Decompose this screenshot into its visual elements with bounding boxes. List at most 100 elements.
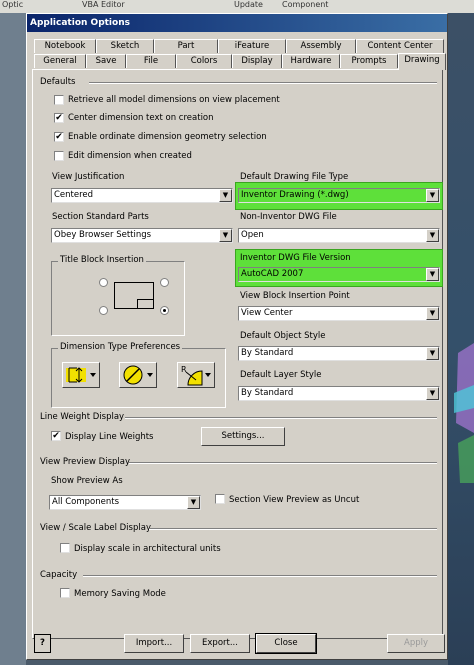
dwg-version-select[interactable]: AutoCAD 2007 ▼ xyxy=(238,267,440,282)
chevron-down-icon[interactable]: ▼ xyxy=(426,229,439,242)
tab-prompts[interactable]: Prompts xyxy=(340,54,398,68)
non-inventor-dwg-label: Non-Inventor DWG File xyxy=(240,212,337,222)
view-justification-value: Centered xyxy=(54,190,94,200)
section-uncut-checkbox[interactable] xyxy=(215,494,225,504)
background-left-pane xyxy=(0,13,26,665)
memory-saving-checkbox[interactable] xyxy=(60,588,70,598)
view-justification-label: View Justification xyxy=(52,172,125,182)
tab-save[interactable]: Save xyxy=(86,54,126,68)
capacity-heading: Capacity xyxy=(40,570,78,580)
export-button[interactable]: Export... xyxy=(190,634,250,653)
tab-colors[interactable]: Colors xyxy=(176,54,232,68)
close-button[interactable]: Close xyxy=(255,633,317,654)
scale-label-heading: View / Scale Label Display xyxy=(40,523,151,533)
default-layer-style-select[interactable]: By Standard ▼ xyxy=(238,386,440,401)
memory-saving-label: Memory Saving Mode xyxy=(74,589,166,599)
view-justification-select[interactable]: Centered ▼ xyxy=(51,188,233,203)
view-block-insertion-select[interactable]: View Center ▼ xyxy=(238,306,440,321)
line-weight-heading: Line Weight Display xyxy=(40,412,125,422)
title-block-bottom-left-radio[interactable] xyxy=(99,306,108,315)
background-toolbar-item[interactable]: Component xyxy=(282,0,328,9)
retrieve-dims-label: Retrieve all model dimensions on view pl… xyxy=(68,95,280,105)
tab-general[interactable]: General xyxy=(34,54,86,68)
tab-content-center[interactable]: Content Center xyxy=(356,39,444,53)
ordinate-geometry-checkbox[interactable]: ✔ xyxy=(54,132,64,142)
settings-button[interactable]: Settings... xyxy=(201,427,285,446)
background-toolbar-item[interactable]: VBA Editor xyxy=(82,0,125,9)
tab-sketch[interactable]: Sketch xyxy=(96,39,154,53)
non-inventor-dwg-select[interactable]: Open ▼ xyxy=(238,228,440,243)
default-object-style-value: By Standard xyxy=(241,348,294,358)
edit-dim-label: Edit dimension when created xyxy=(68,151,192,161)
chevron-down-icon[interactable]: ▼ xyxy=(426,189,439,202)
default-object-style-label: Default Object Style xyxy=(240,331,326,341)
linear-dimension-icon xyxy=(66,367,96,383)
title-block-preview-icon xyxy=(114,282,154,309)
radius-dimension-button[interactable]: R xyxy=(177,362,215,388)
view-block-insertion-label: View Block Insertion Point xyxy=(240,291,350,301)
chevron-down-icon[interactable]: ▼ xyxy=(426,387,439,400)
chevron-down-icon[interactable]: ▼ xyxy=(426,347,439,360)
ordinate-geometry-label: Enable ordinate dimension geometry selec… xyxy=(68,132,267,142)
defaults-heading: Defaults xyxy=(40,77,76,87)
background-toolbar: Optic VBA Editor Update Component xyxy=(0,0,474,13)
import-button[interactable]: Import... xyxy=(124,634,184,653)
background-left-label: Optic xyxy=(2,0,24,9)
tab-assembly[interactable]: Assembly xyxy=(286,39,356,53)
non-inventor-dwg-value: Open xyxy=(241,230,264,240)
tab-ifeature[interactable]: iFeature xyxy=(218,39,286,53)
tab-part[interactable]: Part xyxy=(154,39,218,53)
section-std-parts-select[interactable]: Obey Browser Settings ▼ xyxy=(51,228,233,243)
center-text-label: Center dimension text on creation xyxy=(68,113,214,123)
chevron-down-icon[interactable]: ▼ xyxy=(219,189,232,202)
section-std-parts-label: Section Standard Parts xyxy=(52,212,149,222)
tab-drawing[interactable]: Drawing xyxy=(398,53,446,70)
default-drawing-type-label: Default Drawing File Type xyxy=(240,172,349,182)
default-drawing-type-select[interactable]: Inventor Drawing (*.dwg) ▼ xyxy=(238,188,440,203)
title-block-top-right-radio[interactable] xyxy=(160,278,169,287)
arch-units-checkbox[interactable] xyxy=(60,543,70,553)
tab-hardware[interactable]: Hardware xyxy=(282,54,340,68)
dialog-title[interactable]: Application Options xyxy=(27,14,447,32)
apply-button[interactable]: Apply xyxy=(387,634,445,653)
chevron-down-icon[interactable]: ▼ xyxy=(187,496,200,509)
dwg-version-value: AutoCAD 2007 xyxy=(241,269,304,279)
divider xyxy=(89,82,437,84)
show-preview-select[interactable]: All Components ▼ xyxy=(49,495,201,510)
radius-dimension-icon: R xyxy=(181,365,211,386)
diameter-dimension-button[interactable] xyxy=(119,362,157,388)
tab-notebook[interactable]: Notebook xyxy=(34,39,96,53)
application-options-dialog: Application Options Notebook Sketch Part… xyxy=(26,13,448,660)
display-line-weights-checkbox[interactable]: ✔ xyxy=(51,431,61,441)
section-uncut-label: Section View Preview as Uncut xyxy=(229,495,360,505)
title-block-bottom-right-radio[interactable] xyxy=(160,306,169,315)
chevron-down-icon[interactable]: ▼ xyxy=(219,229,232,242)
divider xyxy=(83,575,437,577)
diameter-dimension-icon xyxy=(123,365,153,385)
default-drawing-type-value: Inventor Drawing (*.dwg) xyxy=(241,190,349,200)
default-layer-style-value: By Standard xyxy=(241,388,294,398)
help-button[interactable]: ? xyxy=(34,634,51,653)
chevron-down-icon[interactable]: ▼ xyxy=(426,307,439,320)
dim-type-prefs-label: Dimension Type Preferences xyxy=(58,342,183,352)
linear-dimension-button[interactable] xyxy=(62,362,100,388)
tab-file[interactable]: File xyxy=(126,54,176,68)
edit-dim-checkbox[interactable] xyxy=(54,151,64,161)
retrieve-dims-checkbox[interactable] xyxy=(54,95,64,105)
background-toolbar-item[interactable]: Update xyxy=(234,0,263,9)
display-line-weights-label: Display Line Weights xyxy=(65,432,154,442)
chevron-down-icon[interactable]: ▼ xyxy=(426,268,439,281)
show-preview-value: All Components xyxy=(52,497,120,507)
view-preview-heading: View Preview Display xyxy=(40,457,130,467)
model-graphic xyxy=(454,343,474,483)
section-std-parts-value: Obey Browser Settings xyxy=(54,230,152,240)
divider xyxy=(149,528,437,530)
tab-display[interactable]: Display xyxy=(232,54,282,68)
dwg-version-label: Inventor DWG File Version xyxy=(240,253,351,263)
divider xyxy=(125,417,437,419)
center-text-checkbox[interactable]: ✔ xyxy=(54,113,64,123)
default-object-style-select[interactable]: By Standard ▼ xyxy=(238,346,440,361)
title-block-top-left-radio[interactable] xyxy=(99,278,108,287)
divider xyxy=(129,462,437,464)
title-block-corner xyxy=(137,299,153,308)
